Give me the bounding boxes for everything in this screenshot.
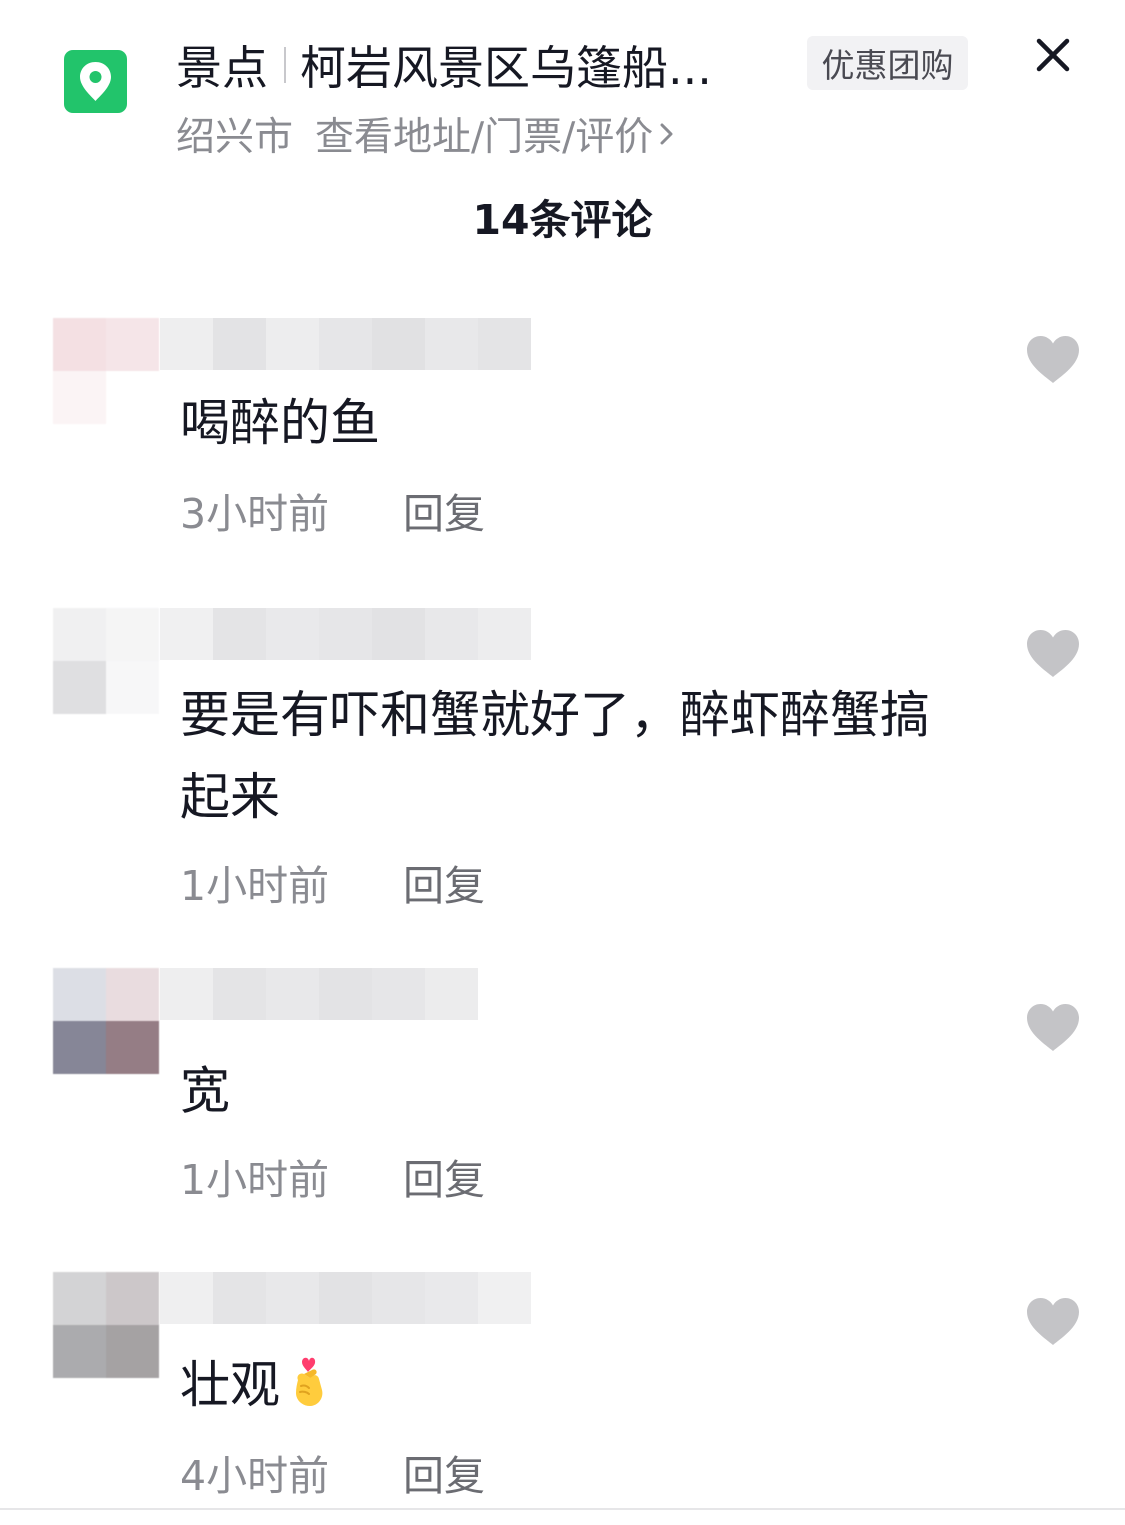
deal-badge[interactable]: 优惠团购 xyxy=(807,36,968,90)
like-button[interactable] xyxy=(1024,1296,1082,1348)
reply-button[interactable]: 回复 xyxy=(403,490,485,538)
divider xyxy=(0,1508,1125,1510)
heart-icon xyxy=(1027,630,1079,677)
comment-count-title: 14条评论 xyxy=(472,196,653,244)
comment-time: 1小时前 xyxy=(180,1156,330,1204)
finger-heart-emoji xyxy=(288,1350,332,1432)
username-redacted[interactable] xyxy=(160,968,478,1020)
avatar[interactable] xyxy=(53,318,159,424)
title-divider xyxy=(284,47,286,83)
comment-time: 4小时前 xyxy=(180,1452,330,1500)
avatar[interactable] xyxy=(53,1272,159,1378)
comment-text: 壮观 xyxy=(180,1344,940,1432)
poi-title-row[interactable]: 景点 柯岩风景区乌篷船... xyxy=(176,30,712,100)
username-redacted[interactable] xyxy=(160,1272,531,1324)
heart-icon xyxy=(1027,1004,1079,1051)
like-button[interactable] xyxy=(1024,1002,1082,1054)
comment-meta: 1小时前 回复 xyxy=(180,852,485,912)
comment-text-content: 壮观 xyxy=(180,1356,280,1414)
comment-time: 1小时前 xyxy=(180,862,330,910)
poi-name[interactable]: 柯岩风景区乌篷船... xyxy=(300,32,712,98)
comment-meta: 3小时前 回复 xyxy=(180,480,485,540)
close-button[interactable] xyxy=(1028,30,1078,80)
like-button[interactable] xyxy=(1024,334,1082,386)
map-pin-icon[interactable] xyxy=(64,50,127,113)
heart-icon xyxy=(1027,336,1079,383)
comment-text: 要是有吓和蟹就好了，醉虾醉蟹搞起来 xyxy=(180,686,930,826)
poi-subtitle-row[interactable]: 绍兴市 查看地址/门票/评价 xyxy=(176,106,675,162)
heart-icon xyxy=(1027,1298,1079,1345)
poi-detail-link[interactable]: 查看地址/门票/评价 xyxy=(315,106,653,162)
avatar[interactable] xyxy=(53,608,159,714)
reply-button[interactable]: 回复 xyxy=(403,862,485,910)
username-redacted[interactable] xyxy=(160,318,531,370)
username-redacted[interactable] xyxy=(160,608,531,660)
comment-text: 宽 xyxy=(180,1062,230,1120)
poi-type-label: 景点 xyxy=(176,41,268,95)
reply-button[interactable]: 回复 xyxy=(403,1452,485,1500)
comment-meta: 1小时前 回复 xyxy=(180,1146,485,1206)
like-button[interactable] xyxy=(1024,628,1082,680)
close-icon xyxy=(1036,38,1070,72)
comment-time: 3小时前 xyxy=(180,490,330,538)
avatar[interactable] xyxy=(53,968,159,1074)
comment-text: 喝醉的鱼 xyxy=(180,394,380,452)
poi-city: 绍兴市 xyxy=(176,115,294,160)
comment-meta: 4小时前 回复 xyxy=(180,1442,485,1502)
chevron-right-icon xyxy=(659,112,675,157)
reply-button[interactable]: 回复 xyxy=(403,1156,485,1204)
comment-sheet: 景点 柯岩风景区乌篷船... 优惠团购 绍兴市 查看地址/门票/评价 14条评论… xyxy=(0,0,1125,1525)
